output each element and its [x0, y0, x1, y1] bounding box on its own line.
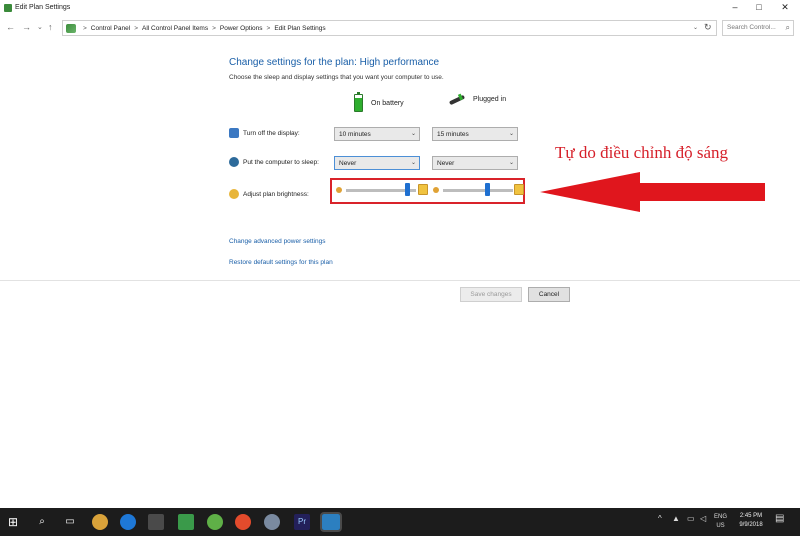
column-on-battery: On battery — [354, 92, 404, 112]
search-icon[interactable]: ⌕ — [34, 514, 50, 530]
annotation-arrow-icon — [540, 172, 765, 212]
photos-icon[interactable] — [178, 514, 194, 530]
breadcrumb-all-items[interactable]: All Control Panel Items — [142, 25, 208, 32]
column-plugged-in-label: Plugged in — [473, 95, 507, 103]
chevron-down-icon[interactable]: ⌄ — [693, 24, 698, 31]
breadcrumb-control-panel[interactable]: Control Panel — [91, 25, 130, 32]
divider — [0, 280, 800, 281]
sleep-plugged-select[interactable]: Never ⌄ — [432, 156, 518, 170]
search-icon: ⌕ — [785, 23, 790, 32]
display-off-label: Turn off the display: — [243, 130, 300, 137]
column-plugged-in: Plugged in — [449, 94, 506, 104]
sleep-label: Put the computer to sleep: — [243, 159, 319, 166]
clock-date: 9/9/2018 — [739, 522, 763, 528]
breadcrumb-separator: > — [266, 24, 271, 32]
cancel-button[interactable]: Cancel — [528, 287, 570, 302]
battery-icon — [354, 92, 363, 112]
minimize-button[interactable]: – — [726, 1, 744, 14]
save-changes-button[interactable]: Save changes — [460, 287, 522, 302]
start-icon[interactable]: ⊞ — [5, 514, 21, 530]
store-icon[interactable] — [148, 514, 164, 530]
brightness-icon — [229, 189, 239, 199]
network-icon[interactable]: ▲ — [672, 514, 680, 523]
column-on-battery-label: On battery — [371, 99, 404, 107]
refresh-icon[interactable]: ↻ — [704, 22, 712, 33]
restore-defaults-link[interactable]: Restore default settings for this plan — [229, 259, 333, 266]
monitor-icon — [229, 128, 239, 138]
display-off-battery-select[interactable]: 10 minutes ⌄ — [334, 127, 420, 141]
advanced-settings-link[interactable]: Change advanced power settings — [229, 238, 325, 245]
page-title: Change settings for the plan: High perfo… — [229, 57, 440, 68]
display-off-plugged-select[interactable]: 15 minutes ⌄ — [432, 127, 518, 141]
search-input[interactable]: Search Control... ⌕ — [722, 20, 794, 36]
address-bar-row: ← → ⌄ ↑ > Control Panel > All Control Pa… — [0, 18, 800, 38]
brightness-battery-slider[interactable] — [346, 183, 416, 196]
chevron-down-icon: ⌄ — [410, 131, 416, 137]
page-subtitle: Choose the sleep and display settings th… — [229, 74, 444, 81]
display-off-battery-value: 10 minutes — [339, 131, 371, 138]
brightness-highlight-box — [330, 178, 525, 204]
control-panel-icon — [4, 4, 12, 12]
brightness-label: Adjust plan brightness: — [243, 191, 309, 198]
language-indicator[interactable]: ENG US — [714, 513, 727, 531]
sleep-row: Put the computer to sleep: Never ⌄ Never… — [229, 156, 529, 170]
slider-thumb[interactable] — [404, 183, 410, 196]
sleep-plugged-value: Never — [437, 160, 455, 167]
annotation-text: Tự do điều chỉnh độ sáng — [555, 143, 729, 162]
forward-arrow-icon[interactable]: → — [22, 22, 31, 32]
notifications-icon[interactable]: ▤ — [775, 513, 784, 524]
slider-thumb[interactable] — [485, 183, 491, 196]
chevron-down-icon: ⌄ — [508, 131, 514, 137]
brightness-plugged-slider[interactable] — [443, 183, 513, 196]
app-icon[interactable] — [207, 514, 223, 530]
title-bar: Edit Plan Settings – □ ✕ — [0, 0, 800, 16]
breadcrumb-separator: > — [134, 24, 138, 32]
search-placeholder: Search Control... — [727, 24, 776, 31]
battery-tray-icon[interactable]: ▭ — [687, 514, 695, 523]
breadcrumb-separator: > — [212, 24, 216, 32]
clock-time: 2:45 PM — [739, 513, 763, 519]
moon-icon — [229, 157, 239, 167]
volume-icon[interactable]: ◁ — [700, 514, 706, 523]
edge-icon[interactable] — [120, 514, 136, 530]
breadcrumb-edit-plan[interactable]: Edit Plan Settings — [274, 25, 325, 32]
display-off-plugged-value: 15 minutes — [437, 131, 469, 138]
app-icon[interactable] — [92, 514, 108, 530]
bright-sun-icon — [514, 184, 524, 195]
maximize-button[interactable]: □ — [750, 1, 768, 14]
bright-sun-icon — [418, 184, 428, 195]
display-off-row: Turn off the display: 10 minutes ⌄ 15 mi… — [229, 127, 529, 141]
chevron-down-icon: ⌄ — [410, 160, 416, 166]
address-box[interactable]: > Control Panel > All Control Panel Item… — [62, 20, 717, 36]
breadcrumb-separator: > — [83, 24, 87, 32]
dim-sun-icon — [433, 187, 439, 193]
premiere-icon[interactable]: Pr — [294, 514, 310, 530]
control-panel-icon — [66, 24, 76, 33]
back-arrow-icon[interactable]: ← — [6, 22, 15, 32]
plug-icon — [449, 94, 467, 104]
sleep-battery-value: Never — [339, 160, 357, 167]
clock[interactable]: 2:45 PM 9/9/2018 — [735, 512, 767, 530]
chrome-icon[interactable] — [235, 514, 251, 530]
up-arrow-icon[interactable]: ↑ — [48, 22, 53, 32]
dim-sun-icon — [336, 187, 342, 193]
app-icon[interactable] — [264, 514, 280, 530]
recent-locations-icon[interactable]: ⌄ — [37, 23, 43, 31]
window-title: Edit Plan Settings — [15, 4, 71, 11]
close-button[interactable]: ✕ — [776, 1, 794, 14]
language-code: ENG — [714, 514, 728, 520]
tray-expand-icon[interactable]: ^ — [658, 514, 662, 523]
edit-plan-settings-window: Edit Plan Settings – □ ✕ ← → ⌄ ↑ > Contr… — [0, 0, 800, 508]
taskbar: ⊞ ⌕ ▭ Pr ^ ▲ ▭ ◁ ENG US 2:45 PM 9/9/2018… — [0, 508, 800, 536]
control-panel-taskbar-icon[interactable] — [320, 512, 342, 532]
task-view-icon[interactable]: ▭ — [62, 514, 78, 530]
region-code: US — [716, 523, 725, 529]
chevron-down-icon: ⌄ — [508, 160, 514, 166]
sleep-battery-select[interactable]: Never ⌄ — [334, 156, 420, 170]
breadcrumb-power-options[interactable]: Power Options — [220, 25, 263, 32]
